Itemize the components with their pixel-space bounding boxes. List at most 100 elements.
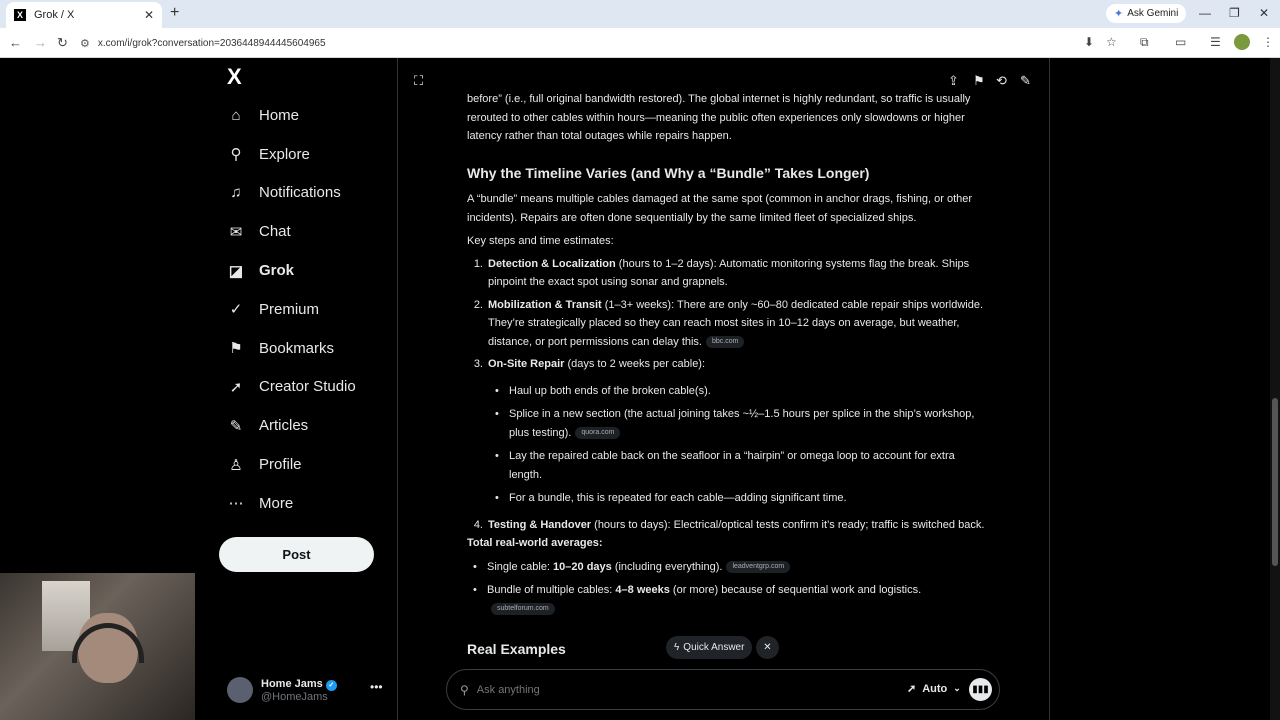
- sidebar-item-label: Bookmarks: [259, 339, 335, 357]
- browser-menu-icon[interactable]: ⋮: [1262, 35, 1274, 49]
- url-text: x.com/i/grok?conversation=20364489444456…: [97, 37, 326, 49]
- chevron-down-icon: ⌄: [953, 683, 961, 693]
- sidebar-item-label: Chat: [259, 223, 291, 241]
- new-tab-button[interactable]: +: [170, 4, 179, 22]
- response-paragraph: A “bundle” means multiple cables damaged…: [467, 193, 973, 224]
- sidebar-nav: ⌂ Home ⚲ Explore ♫ Notifications ✉ Chat ◪ Grok ✓ Pr…: [219, 96, 389, 523]
- sidebar-item-label: Notifications: [259, 184, 341, 202]
- close-quick-answer-icon[interactable]: ✕: [756, 636, 779, 659]
- list-item: • Bundle of multiple cables: 4–8 weeks (o…: [467, 581, 987, 618]
- bullet-icon: •: [473, 584, 477, 596]
- extensions-icon[interactable]: ⧉: [1140, 35, 1149, 50]
- install-app-icon[interactable]: ⬇: [1084, 35, 1094, 49]
- bullet-icon: •: [495, 408, 499, 420]
- sidebar-item-label: Premium: [259, 300, 320, 318]
- grok-response: before” (i.e., full original bandwidth r…: [467, 58, 987, 660]
- home-icon: ⌂: [231, 106, 241, 124]
- x-favicon-icon: X: [14, 9, 26, 21]
- attach-icon[interactable]: ⚲: [460, 683, 469, 697]
- bullet-icon: •: [495, 492, 499, 504]
- bookmark-icon: ⚑: [229, 340, 243, 358]
- bullet-icon: •: [473, 560, 477, 573]
- forward-icon[interactable]: →: [34, 35, 47, 50]
- sidebar-item-notifications[interactable]: ♫ Notifications: [219, 174, 389, 213]
- window-close-icon[interactable]: ✕: [1259, 6, 1269, 20]
- list-item: 4. Testing & Handover (hours to days): E…: [473, 518, 985, 531]
- maximize-icon[interactable]: ❐: [1229, 6, 1240, 20]
- history-icon[interactable]: ⟲: [996, 73, 1007, 89]
- more-icon: ⋯: [228, 495, 244, 513]
- sidebar-item-label: Explore: [259, 145, 310, 163]
- avatar: [227, 677, 253, 703]
- scrollbar-thumb[interactable]: [1272, 398, 1278, 566]
- list-item: • For a bundle, this is repeated for each…: [489, 489, 987, 508]
- mode-selector[interactable]: ➚ Auto ⌄: [907, 682, 961, 696]
- sidebar-item-profile[interactable]: ♙ Profile: [219, 445, 389, 484]
- sidebar-item-label: More: [259, 494, 294, 512]
- sidebar-item-more[interactable]: ⋯ More: [219, 484, 389, 523]
- sidebar-item-label: Creator Studio: [259, 378, 356, 396]
- post-button[interactable]: Post: [219, 537, 374, 572]
- new-chat-icon[interactable]: ✎: [1020, 73, 1031, 89]
- bell-icon: ♫: [230, 184, 242, 202]
- sidebar-item-creator-studio[interactable]: ➚ Creator Studio: [219, 368, 389, 407]
- x-logo[interactable]: X: [227, 64, 242, 90]
- list-item: 2. Mobilization & Transit (1–3+ weeks): T…: [473, 298, 984, 348]
- back-icon[interactable]: ←: [9, 35, 22, 50]
- response-paragraph: Key steps and time estimates:: [467, 235, 614, 247]
- citation-chip[interactable]: bbc.com: [706, 335, 745, 348]
- list-item: • Lay the repaired cable back on the seaf…: [489, 447, 987, 484]
- sidebar-item-explore[interactable]: ⚲ Explore: [219, 135, 389, 174]
- citation-chip[interactable]: leadventgrp.com: [726, 560, 791, 573]
- browser-tab[interactable]: X Grok / X ✕: [6, 2, 162, 28]
- account-handle: @HomeJams: [261, 690, 328, 703]
- bullet-icon: •: [495, 384, 499, 397]
- citation-chip[interactable]: quora.com: [575, 426, 621, 439]
- list-item: • Splice in a new section (the actual joi…: [489, 405, 987, 442]
- quick-answer-label: Quick Answer: [683, 642, 745, 653]
- account-more-icon[interactable]: •••: [370, 680, 383, 694]
- rocket-icon: ➚: [907, 683, 917, 695]
- scrollbar[interactable]: [1270, 58, 1280, 720]
- grok-icon: ◪: [228, 262, 244, 280]
- ask-bar: ⚲ ➚ Auto ⌄ ▮▮▮: [446, 669, 1000, 710]
- expand-icon[interactable]: ⛶: [414, 73, 423, 89]
- citation-chip[interactable]: subtelforum.com: [491, 602, 555, 615]
- lightning-icon: ϟ: [674, 642, 680, 653]
- voice-mode-icon[interactable]: ▮▮▮: [969, 678, 992, 701]
- site-info-icon[interactable]: ⚙: [80, 37, 90, 50]
- cast-icon[interactable]: ▭: [1175, 35, 1186, 49]
- verified-badge-icon: ✓: [325, 679, 337, 691]
- sidebar-item-grok[interactable]: ◪ Grok: [219, 251, 389, 290]
- sidebar-item-label: Home: [259, 106, 300, 124]
- gemini-spark-icon: ✦: [1114, 8, 1124, 20]
- premium-icon: ✓: [229, 301, 243, 319]
- list-item: 3. On-Site Repair (days to 2 weeks per ca…: [473, 358, 706, 370]
- sidebar-item-articles[interactable]: ✎ Articles: [219, 406, 389, 445]
- column-divider: [397, 58, 398, 720]
- ask-input[interactable]: [476, 683, 877, 696]
- sidebar-item-bookmarks[interactable]: ⚑ Bookmarks: [219, 329, 389, 368]
- column-divider: [1049, 58, 1050, 720]
- bookmark-star-icon[interactable]: ☆: [1106, 35, 1117, 49]
- minimize-icon[interactable]: —: [1199, 6, 1211, 20]
- rocket-icon: ➚: [229, 378, 243, 396]
- sidebar-item-home[interactable]: ⌂ Home: [219, 96, 389, 135]
- reload-icon[interactable]: ↻: [57, 35, 68, 51]
- totals-heading: Total real-world averages:: [467, 537, 603, 549]
- media-icon[interactable]: ☰: [1210, 35, 1221, 49]
- tab-close-icon[interactable]: ✕: [144, 8, 154, 22]
- sidebar-item-label: Grok: [259, 262, 295, 280]
- address-bar-row: ← → ↻ ⚙ x.com/i/grok?conversation=203644…: [0, 28, 1280, 58]
- ask-gemini-button[interactable]: ✦ Ask Gemini: [1106, 4, 1187, 23]
- url-bar[interactable]: ⚙ x.com/i/grok?conversation=203644894444…: [80, 32, 1080, 54]
- mode-label: Auto: [922, 682, 948, 695]
- browser-profile-avatar[interactable]: [1234, 34, 1250, 50]
- account-switcher[interactable]: Home Jams ✓ @HomeJams: [227, 674, 387, 706]
- tab-title: Grok / X: [34, 9, 75, 21]
- list-item: 1. Detection & Localization (hours to 1–2…: [473, 257, 970, 289]
- search-icon: ⚲: [230, 146, 242, 164]
- quick-answer-button[interactable]: ϟ Quick Answer: [666, 636, 753, 659]
- sidebar-item-premium[interactable]: ✓ Premium: [219, 290, 389, 329]
- sidebar-item-chat[interactable]: ✉ Chat: [219, 212, 389, 251]
